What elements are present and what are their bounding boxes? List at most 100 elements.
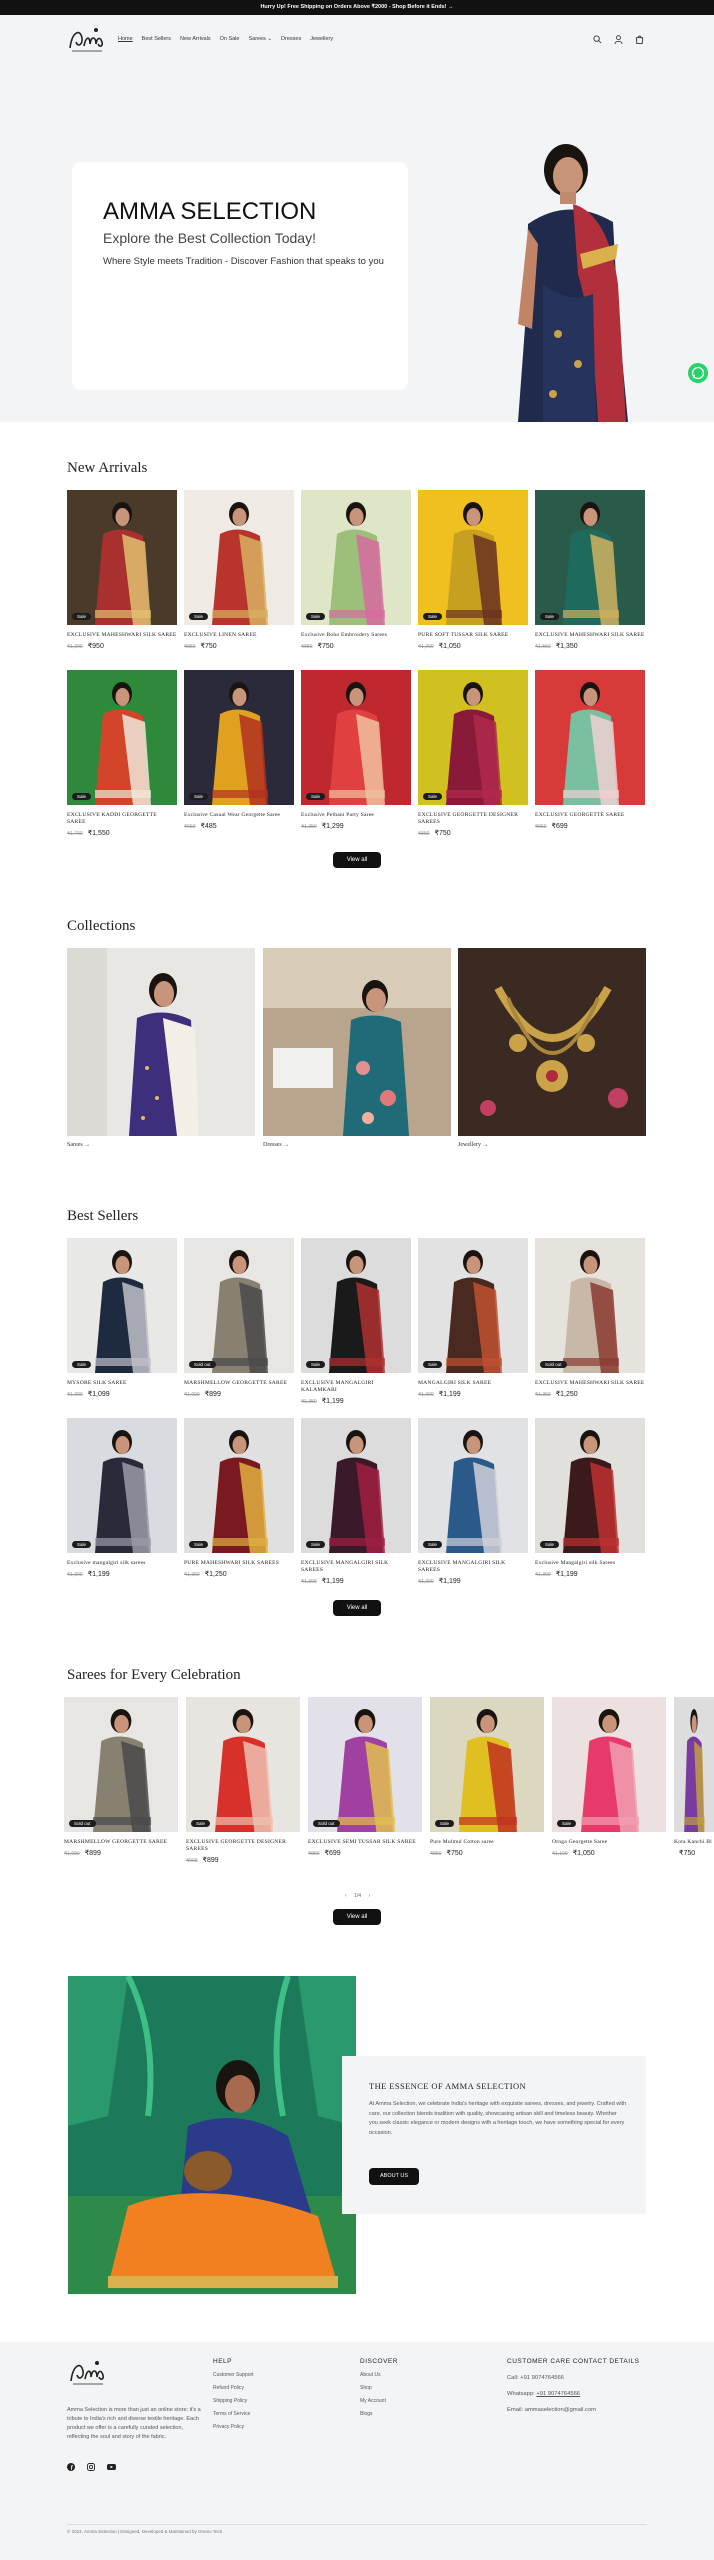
product-name[interactable]: Exclusive Mangalgiri silk Sarees bbox=[535, 1560, 645, 1567]
celebration-card[interactable]: Sale EXCLUSIVE GEORGETTE DESIGNER SAREES ₹… bbox=[186, 1697, 300, 1864]
footer-whatsapp-link[interactable]: +91 9074764566 bbox=[536, 2391, 580, 2397]
footer-link[interactable]: Shipping Policy bbox=[213, 2398, 254, 2404]
footer-link[interactable]: Blogs bbox=[360, 2411, 398, 2417]
sale-price: ₹1,199 bbox=[438, 1578, 461, 1585]
product-name[interactable]: EXCLUSIVE MANGALGIRI KALAMKARI bbox=[301, 1380, 411, 1394]
best-seller-card[interactable]: Sale EXCLUSIVE MANGALGIRI SILK SAREES ₹1,3… bbox=[418, 1418, 528, 1585]
nav-best-sellers[interactable]: Best Sellers bbox=[142, 36, 171, 42]
product-name[interactable]: Ornga Georgette Saree bbox=[552, 1839, 666, 1846]
best-seller-card[interactable]: Sold out MARSHMELLOW GEORGETTE SAREE ₹1,00… bbox=[184, 1238, 294, 1398]
cart-icon[interactable] bbox=[635, 35, 644, 44]
new-arrival-card[interactable]: Sale EXCLUSIVE MAHESHWARI SILK SAREE ₹1,20… bbox=[67, 490, 177, 650]
product-name[interactable]: MARSHMELLOW GEORGETTE SAREE bbox=[184, 1380, 294, 1387]
celebration-card[interactable]: Sale Ornga Georgette Saree ₹1,100 ₹1,050 bbox=[552, 1697, 666, 1857]
product-name[interactable]: MARSHMELLOW GEORGETTE SAREE bbox=[64, 1839, 178, 1846]
original-price: ₹850 bbox=[418, 831, 430, 837]
product-name[interactable]: Exclusive Pethani Party Saree bbox=[301, 812, 411, 819]
best-sellers-view-all-button[interactable]: View all bbox=[333, 1600, 381, 1616]
product-name[interactable]: Kota Kanchi Bl bbox=[674, 1839, 714, 1846]
product-name[interactable]: MYSORE SILK SAREE bbox=[67, 1380, 177, 1387]
site-logo[interactable] bbox=[66, 24, 108, 56]
best-seller-card[interactable]: Sale MYSORE SILK SAREE ₹1,200 ₹1,099 bbox=[67, 1238, 177, 1398]
celebration-view-all-button[interactable]: View all bbox=[333, 1909, 381, 1925]
carousel-prev-icon[interactable]: ‹ bbox=[345, 1893, 347, 1899]
product-name[interactable]: EXCLUSIVE GEORGETTE DESIGNER SAREES bbox=[418, 812, 528, 826]
product-name[interactable]: EXCLUSIVE GEORGETTE DESIGNER SAREES bbox=[186, 1839, 300, 1853]
footer-call[interactable]: Call: +91 9074764566 bbox=[507, 2375, 639, 2381]
sale-price: ₹699 bbox=[324, 1850, 341, 1857]
best-seller-card[interactable]: Sale MANGALGIRI SILK SAREE ₹1,300 ₹1,199 bbox=[418, 1238, 528, 1398]
sale-badge: Sale bbox=[72, 613, 92, 620]
nav-home[interactable]: Home bbox=[118, 36, 133, 42]
new-arrival-card[interactable]: Sale Exclusive Pethani Party Saree ₹1,350 ₹… bbox=[301, 670, 411, 830]
nav-dresses[interactable]: Dresses bbox=[281, 36, 301, 42]
product-name[interactable]: EXCLUSIVE SEMI TUSSAR SILK SAREE bbox=[308, 1839, 422, 1846]
product-name[interactable]: PURE SOFT TUSSAR SILK SAREE bbox=[418, 632, 528, 639]
about-us-button[interactable]: ABOUT US bbox=[369, 2168, 419, 2185]
new-arrival-card[interactable]: Sale EXCLUSIVE GEORGETTE DESIGNER SAREES ₹… bbox=[418, 670, 528, 837]
whatsapp-float-button[interactable] bbox=[688, 363, 708, 383]
footer-link[interactable]: Customer Support bbox=[213, 2372, 254, 2378]
collection-card-dresses[interactable]: Dresses → bbox=[263, 948, 451, 1148]
product-name[interactable]: EXCLUSIVE MAHESHWARI SILK SAREE bbox=[535, 632, 645, 639]
instagram-icon[interactable] bbox=[87, 2463, 95, 2471]
carousel-page-indicator: 1/4 bbox=[354, 1893, 362, 1899]
product-name[interactable]: EXCLUSIVE GEORGETTE SAREE bbox=[535, 812, 645, 819]
best-seller-card[interactable]: Sale Exclusive mangalgiri silk sarees ₹1,3… bbox=[67, 1418, 177, 1578]
product-name[interactable]: EXCLUSIVE LINEN SAREE bbox=[184, 632, 294, 639]
nav-jewellery[interactable]: Jewellery bbox=[310, 36, 333, 42]
announcement-bar[interactable]: Hurry Up! Free Shipping on Orders Above … bbox=[0, 0, 714, 15]
new-arrival-card[interactable]: EXCLUSIVE GEORGETTE SAREE ₹950 ₹699 bbox=[535, 670, 645, 830]
product-name[interactable]: EXCLUSIVE MAHESHWARI SILK SAREE bbox=[535, 1380, 645, 1387]
sale-badge: Sale bbox=[435, 1820, 455, 1827]
nav-sarees[interactable]: Sarees ⌄ bbox=[248, 36, 272, 42]
best-seller-card[interactable]: Sale PURE MAHESHWARI SILK SAREES ₹1,350 ₹1,… bbox=[184, 1418, 294, 1578]
new-arrival-card[interactable]: Sale EXCLUSIVE MAHESHWARI SILK SAREE ₹1,55… bbox=[535, 490, 645, 650]
best-seller-card[interactable]: Sale Exclusive Mangalgiri silk Sarees ₹1,3… bbox=[535, 1418, 645, 1578]
sale-badge: Sale bbox=[423, 1541, 443, 1548]
footer-email[interactable]: Email: ammaselection@gmail.com bbox=[507, 2407, 639, 2413]
product-name[interactable]: PURE MAHESHWARI SILK SAREES bbox=[184, 1560, 294, 1567]
product-price: ₹650 ₹485 bbox=[184, 822, 294, 830]
product-name[interactable]: Pure Mulmul Cotton saree bbox=[430, 1839, 544, 1846]
product-name[interactable]: Exclusive Boho Embroidery Sarees bbox=[301, 632, 411, 639]
product-name[interactable]: EXCLUSIVE MANGALGIRI SILK SAREES bbox=[418, 1560, 528, 1574]
footer-link[interactable]: My Account bbox=[360, 2398, 398, 2404]
celebration-card[interactable]: Sale Pure Mulmul Cotton saree ₹850 ₹750 bbox=[430, 1697, 544, 1857]
account-icon[interactable] bbox=[614, 35, 623, 44]
new-arrival-card[interactable]: Sale Exclusive Casual Wear Georgette Sare… bbox=[184, 670, 294, 830]
product-name[interactable]: EXCLUSIVE MAHESHWARI SILK SAREE bbox=[67, 632, 177, 639]
footer-link[interactable]: About Us bbox=[360, 2372, 398, 2378]
nav-new-arrivals[interactable]: New Arrivals bbox=[180, 36, 211, 42]
footer-link[interactable]: Shop bbox=[360, 2385, 398, 2391]
search-icon[interactable] bbox=[593, 35, 602, 44]
celebration-card[interactable]: Sold out EXCLUSIVE SEMI TUSSAR SILK SAREE… bbox=[308, 1697, 422, 1857]
footer-link[interactable]: Refund Policy bbox=[213, 2385, 254, 2391]
new-arrivals-view-all-button[interactable]: View all bbox=[333, 852, 381, 868]
footer-logo[interactable] bbox=[67, 2357, 109, 2389]
product-name[interactable]: Exclusive Casual Wear Georgette Saree bbox=[184, 812, 294, 819]
product-price: ₹1,350 ₹1,250 bbox=[535, 1390, 645, 1398]
new-arrival-card[interactable]: Sale EXCLUSIVE LINEN SAREE ₹850 ₹750 bbox=[184, 490, 294, 650]
new-arrival-card[interactable]: Sale EXCLUSIVE KADDI GEORGETTE SAREE ₹1,70… bbox=[67, 670, 177, 837]
nav-on-sale[interactable]: On Sale bbox=[220, 36, 240, 42]
sale-badge: Sold out bbox=[189, 1361, 216, 1368]
product-name[interactable]: Exclusive mangalgiri silk sarees bbox=[67, 1560, 177, 1567]
best-seller-card[interactable]: Sale EXCLUSIVE MANGALGIRI KALAMKARI ₹1,350… bbox=[301, 1238, 411, 1405]
celebration-card[interactable]: Sold out MARSHMELLOW GEORGETTE SAREE ₹1,00… bbox=[64, 1697, 178, 1857]
collection-card-sarees[interactable]: Sarees → bbox=[67, 948, 255, 1148]
collection-card-jewellery[interactable]: Jewellery → bbox=[458, 948, 646, 1148]
carousel-next-icon[interactable]: › bbox=[368, 1893, 370, 1899]
footer-link[interactable]: Terms of Service bbox=[213, 2411, 254, 2417]
product-name[interactable]: EXCLUSIVE MANGALGIRI SILK SAREES bbox=[301, 1560, 411, 1574]
footer-link[interactable]: Privacy Policy bbox=[213, 2424, 254, 2430]
new-arrival-card[interactable]: Sale PURE SOFT TUSSAR SILK SAREE ₹1,200 ₹1,… bbox=[418, 490, 528, 650]
best-seller-card[interactable]: Sold out EXCLUSIVE MAHESHWARI SILK SAREE ₹… bbox=[535, 1238, 645, 1398]
celebration-card[interactable]: Kota Kanchi Bl ₹750 bbox=[674, 1697, 714, 1857]
product-name[interactable]: EXCLUSIVE KADDI GEORGETTE SAREE bbox=[67, 812, 177, 826]
facebook-icon[interactable] bbox=[67, 2463, 75, 2471]
best-seller-card[interactable]: Sale EXCLUSIVE MANGALGIRI SILK SAREES ₹1,3… bbox=[301, 1418, 411, 1585]
youtube-icon[interactable] bbox=[107, 2463, 116, 2471]
product-name[interactable]: MANGALGIRI SILK SAREE bbox=[418, 1380, 528, 1387]
new-arrival-card[interactable]: Sale Exclusive Boho Embroidery Sarees ₹850… bbox=[301, 490, 411, 650]
